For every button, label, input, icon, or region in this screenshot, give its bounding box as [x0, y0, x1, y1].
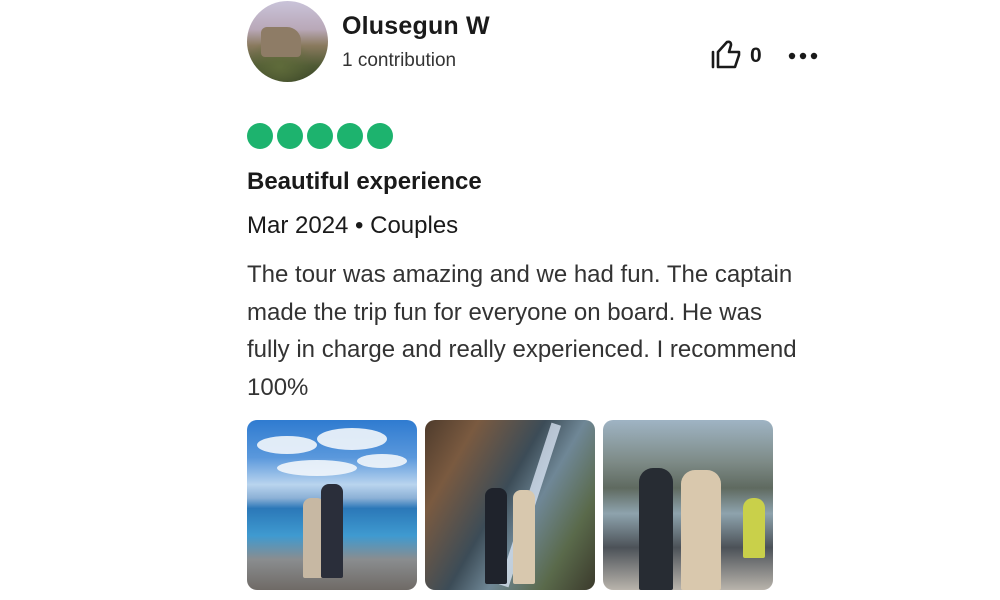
contribution-count: 1 contribution [342, 50, 457, 71]
review-photo-1[interactable] [247, 420, 417, 590]
reviewer-name[interactable]: Olusegun W [342, 12, 490, 41]
rating-bubble [277, 123, 303, 149]
rating-bubble [367, 123, 393, 149]
rating-bubble [307, 123, 333, 149]
review-photo-2[interactable] [425, 420, 595, 590]
review-date-trip-type: Mar 2024 • Couples [247, 212, 459, 239]
more-options-icon [788, 47, 818, 65]
more-options-button[interactable] [786, 44, 820, 68]
review-body: The tour was amazing and we had fun. The… [247, 261, 797, 401]
rating-bubble [247, 123, 273, 149]
review-title: Beautiful experience [247, 168, 482, 195]
rating-bubbles [247, 123, 393, 149]
rating-bubble [337, 123, 363, 149]
review-photos [247, 420, 773, 590]
thumbs-up-icon [710, 39, 742, 74]
review-photo-3[interactable] [603, 420, 773, 590]
avatar-image [261, 27, 301, 57]
avatar[interactable] [247, 1, 328, 82]
like-count: 0 [750, 44, 762, 67]
like-button[interactable]: 0 [710, 40, 762, 72]
